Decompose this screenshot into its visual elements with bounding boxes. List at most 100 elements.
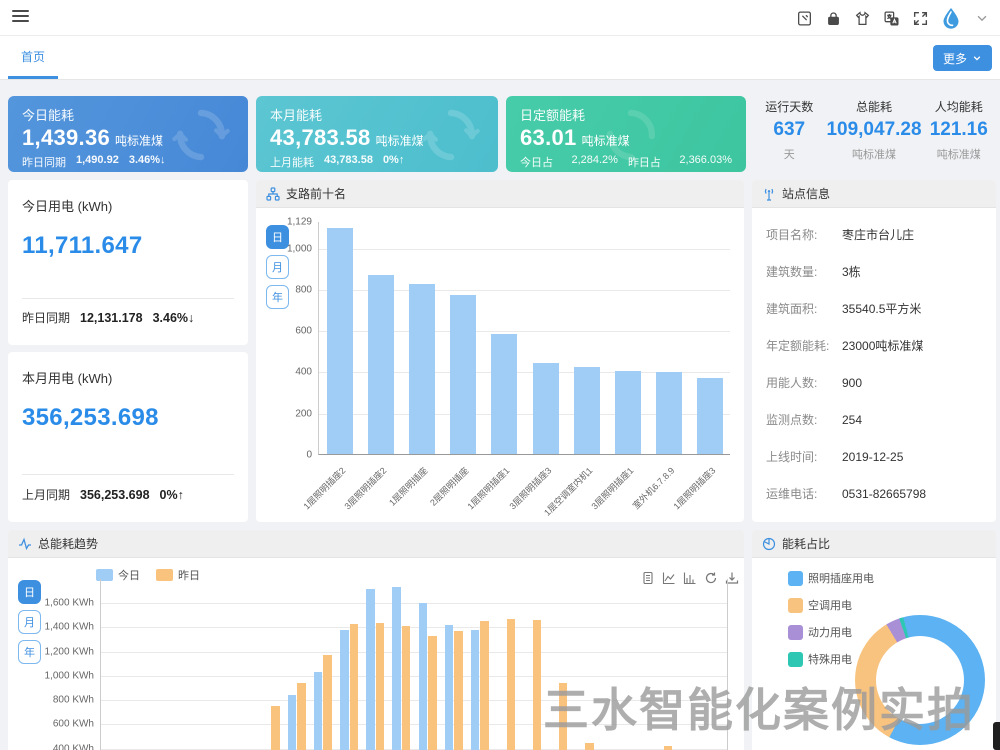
panel-title: 能耗占比	[782, 535, 830, 552]
trend-bar-today	[419, 603, 428, 750]
kpi-value: 43,783.58	[270, 125, 371, 150]
period-button-day[interactable]: 日	[18, 580, 41, 604]
dashboard-screen: 首页 更多 今日能耗 1,439.36吨标准煤 昨日同期 1,490.92 3.…	[0, 0, 1000, 750]
panel-title: 本月用电 (kWh)	[22, 368, 112, 387]
site-info-label: 年定额能耗:	[766, 337, 842, 354]
trend-bar-yesterday	[376, 623, 385, 750]
user-dropdown-icon[interactable]	[972, 8, 992, 28]
gridline	[101, 676, 727, 677]
maintenance-icon[interactable]	[794, 8, 814, 28]
stat-label: 总能耗	[826, 98, 921, 115]
site-info-panel: 站点信息 项目名称:枣庄市台儿庄建筑数量:3栋建筑面积:35540.5平方米年定…	[752, 180, 996, 522]
kpi-value: 1,439.36	[22, 125, 110, 150]
trend-bar-today	[314, 672, 323, 750]
panel-header: 总能耗趋势	[8, 530, 744, 558]
compare-percent: 3.46%↓	[153, 311, 195, 325]
kpi-unit: 吨标准煤	[115, 134, 163, 148]
menu-toggle-icon[interactable]	[12, 10, 29, 25]
kpi-card-daily-quota: 日定额能耗 63.01吨标准煤 今日占比: 2,284.2% 昨日占比: 2,3…	[506, 96, 746, 172]
tab-home-label: 首页	[21, 50, 45, 64]
panel-header: 支路前十名	[256, 180, 744, 208]
trend-bar-yesterday	[297, 683, 306, 750]
site-info-label: 建筑面积:	[766, 300, 842, 317]
fullscreen-icon[interactable]	[910, 8, 930, 28]
stat-unit: 吨标准煤	[826, 146, 921, 162]
gridline	[101, 603, 727, 604]
site-info-value: 35540.5平方米	[842, 302, 921, 316]
more-button[interactable]: 更多	[933, 45, 992, 71]
summary-stat: 运行天数637天	[752, 96, 826, 172]
y-axis-tick: 1,129	[287, 217, 319, 228]
site-info-value: 枣庄市台儿庄	[842, 228, 914, 242]
branch-bar	[409, 284, 435, 454]
site-info-row: 建筑面积:35540.5平方米	[766, 300, 986, 317]
y-axis-tick: 1,200 KWh	[45, 646, 101, 657]
period-button-day[interactable]: 日	[266, 225, 289, 249]
trend-bar-yesterday	[507, 619, 516, 750]
stat-value: 121.16	[922, 119, 996, 141]
donut-hole	[876, 636, 964, 724]
site-info-label: 项目名称:	[766, 226, 842, 243]
tab-home[interactable]: 首页	[8, 36, 58, 79]
antenna-icon	[762, 187, 776, 201]
lock-icon[interactable]	[823, 8, 843, 28]
y-axis-tick: 400 KWh	[53, 743, 101, 750]
period-button-month[interactable]: 月	[266, 255, 289, 279]
trend-bar-today	[288, 695, 297, 750]
period-button-year[interactable]: 年	[266, 285, 289, 309]
period-button-month[interactable]: 月	[18, 610, 41, 634]
panel-title: 今日用电 (kWh)	[22, 196, 112, 215]
scrollbar-thumb[interactable]	[993, 722, 1000, 750]
site-info-row: 监测点数:254	[766, 411, 986, 428]
branch-chart: 02004006008001,0001,129	[318, 222, 730, 455]
y-axis-tick: 1,600 KWh	[45, 598, 101, 609]
refresh-cycle-icon	[172, 106, 230, 169]
stat-label: 人均能耗	[922, 98, 996, 115]
pulse-icon	[18, 537, 32, 551]
y-axis-tick: 1,000	[287, 243, 319, 254]
gridline	[101, 627, 727, 628]
gridline	[101, 749, 727, 750]
trend-bar-yesterday	[559, 683, 568, 750]
legend-item[interactable]: 照明插座用电	[788, 570, 874, 586]
site-info-value: 3栋	[842, 265, 861, 279]
theme-skin-icon[interactable]	[852, 8, 872, 28]
refresh-cycle-icon	[422, 106, 480, 169]
legend-item[interactable]: 特殊用电	[788, 651, 852, 667]
compare-label: 上月同期	[22, 486, 70, 503]
gridline	[319, 249, 730, 250]
site-info-row: 建筑数量:3栋	[766, 263, 986, 280]
y-axis-tick: 1,400 KWh	[45, 622, 101, 633]
kpi-sub-value2: 2,366.03%	[679, 154, 732, 172]
legend-item[interactable]: 空调用电	[788, 597, 852, 613]
kpi-value: 63.01	[520, 125, 577, 150]
stat-unit: 吨标准煤	[922, 146, 996, 162]
language-icon[interactable]	[881, 8, 901, 28]
y-axis-tick: 0	[306, 450, 319, 461]
compare-label: 昨日同期	[22, 309, 70, 326]
tab-bar: 首页 更多	[0, 36, 1000, 80]
gridline	[101, 724, 727, 725]
legend-label: 照明插座用电	[808, 570, 874, 586]
y-axis-tick: 400	[295, 367, 319, 378]
branch-bar	[615, 371, 641, 454]
panel-header: 站点信息	[752, 180, 996, 208]
site-info-row: 项目名称:枣庄市台儿庄	[766, 226, 986, 243]
kpi-sub-label: 昨日同期	[22, 154, 66, 170]
y-axis-tick: 200	[295, 408, 319, 419]
compare-value: 356,253.698	[80, 488, 150, 502]
y-axis-tick: 600 KWh	[53, 719, 101, 730]
site-info-value: 900	[842, 376, 862, 390]
site-info-row: 用能人数:900	[766, 374, 986, 391]
trend-bar-yesterday	[323, 655, 332, 750]
branch-top10-panel: 支路前十名 日月年 02004006008001,0001,129 1层照明插座…	[256, 180, 744, 522]
kpi-card-month-energy: 本月能耗 43,783.58吨标准煤 上月能耗 43,783.58 0%↑	[256, 96, 498, 172]
trend-bar-yesterday	[585, 743, 594, 750]
period-button-year[interactable]: 年	[18, 640, 41, 664]
legend-item[interactable]: 动力用电	[788, 624, 852, 640]
app-logo[interactable]	[939, 6, 963, 30]
pie-icon	[762, 537, 776, 551]
stat-label: 运行天数	[752, 98, 826, 115]
trend-bar-yesterday	[271, 706, 280, 750]
kpi-unit: 吨标准煤	[376, 134, 424, 148]
